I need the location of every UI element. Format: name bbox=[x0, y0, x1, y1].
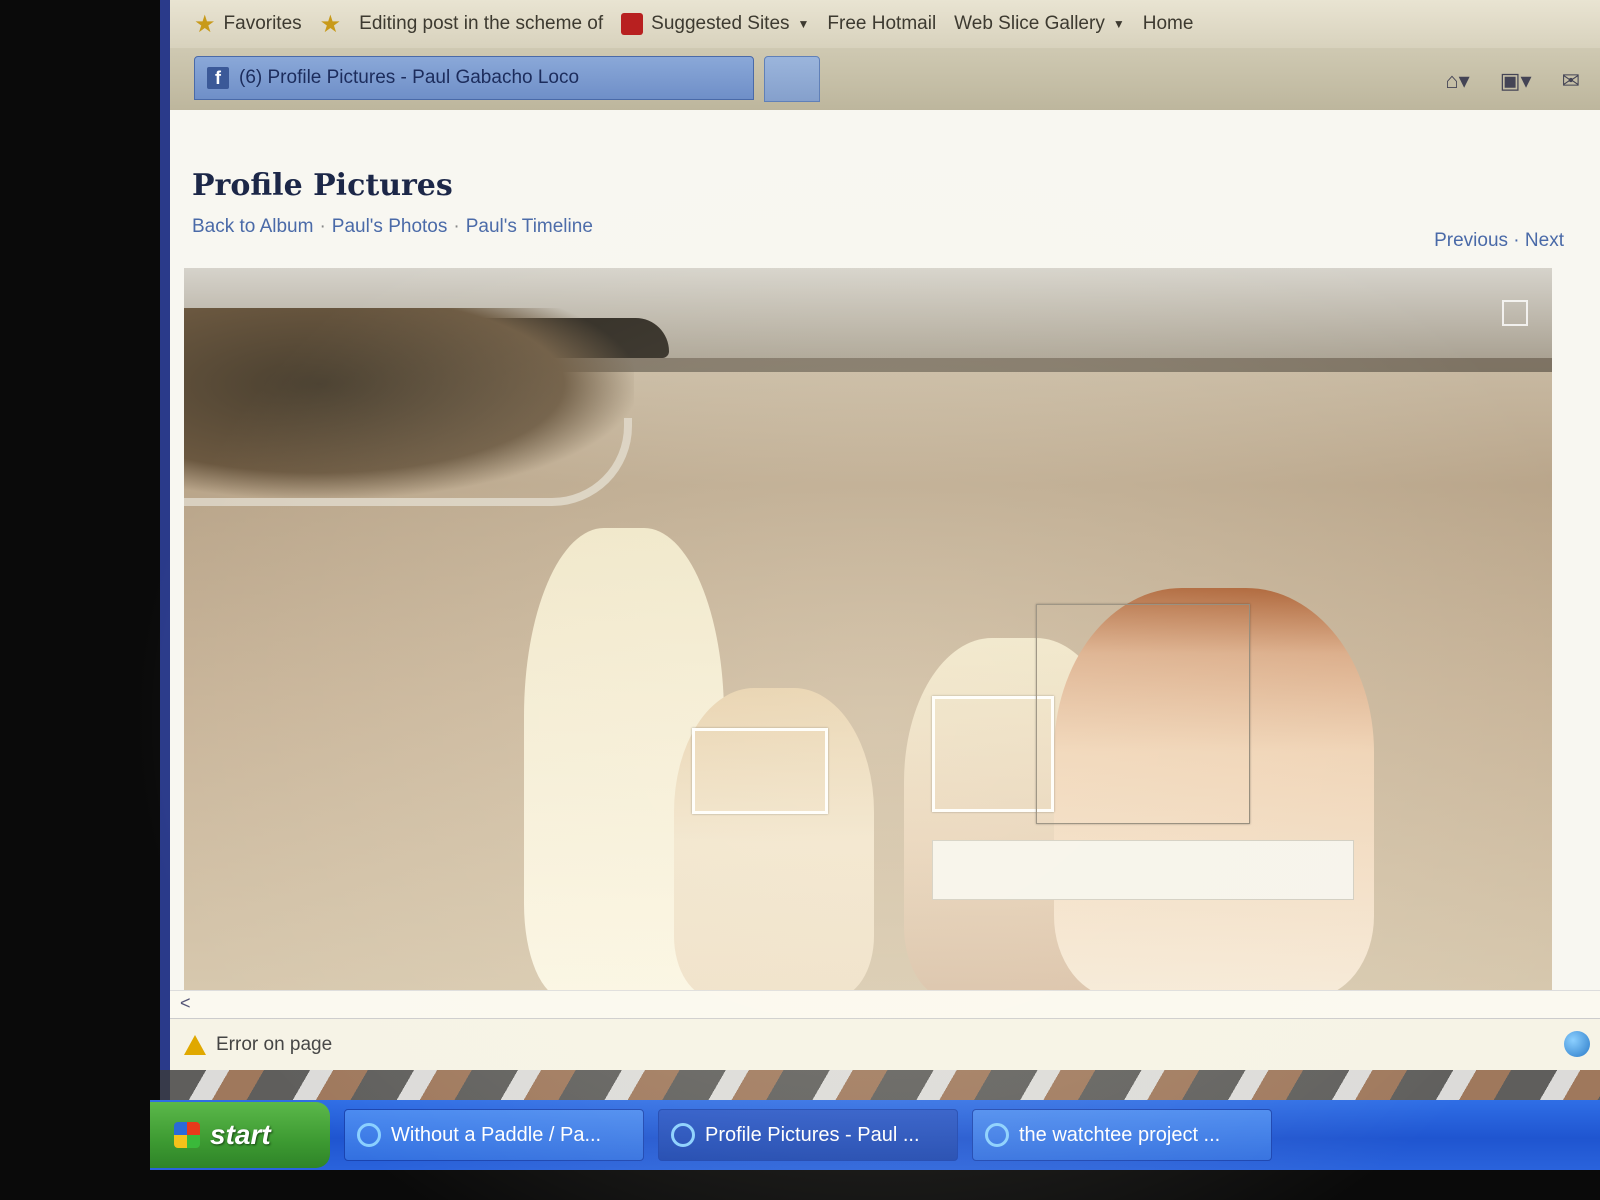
separator: · bbox=[1508, 230, 1525, 251]
profile-photo[interactable] bbox=[184, 268, 1552, 990]
facebook-icon: f bbox=[207, 67, 229, 89]
status-text[interactable]: Error on page bbox=[216, 1034, 332, 1056]
tab-title: (6) Profile Pictures - Paul Gabacho Loco bbox=[239, 67, 580, 88]
next-link[interactable]: Next bbox=[1525, 230, 1564, 251]
favorite-link-free-hotmail[interactable]: Free Hotmail bbox=[170, 13, 1600, 990]
taskbar-item-label: the watchtee project ... bbox=[1019, 1123, 1221, 1146]
favorite-link-editing-post[interactable]: Editing post in the scheme of bbox=[170, 13, 1600, 990]
start-button[interactable]: start bbox=[150, 1102, 330, 1168]
internet-explorer-icon bbox=[671, 1123, 695, 1147]
start-label: start bbox=[210, 1119, 271, 1150]
scroll-left-icon[interactable]: < bbox=[180, 993, 191, 1014]
add-favorite-icon[interactable]: ★ bbox=[320, 10, 342, 39]
photo-curb bbox=[184, 418, 632, 506]
favorite-link-web-slice-gallery[interactable]: Web Slice Gallery ▼ bbox=[170, 13, 1600, 990]
chevron-down-icon: ▼ bbox=[797, 17, 810, 31]
face-tag-box[interactable] bbox=[692, 728, 828, 814]
favorite-link-label: Home bbox=[1142, 13, 1194, 34]
home-icon[interactable]: ⌂▾ bbox=[1445, 68, 1469, 94]
warning-icon[interactable] bbox=[184, 1034, 206, 1055]
favorites-star-icon: ★ bbox=[194, 10, 216, 38]
tab-row: f (6) Profile Pictures - Paul Gabacho Lo… bbox=[170, 48, 1600, 110]
separator: · bbox=[319, 216, 326, 237]
internet-explorer-icon bbox=[985, 1123, 1009, 1147]
taskbar: start Without a Paddle / Pa... Profile P… bbox=[150, 1100, 1600, 1170]
chevron-down-icon: ▼ bbox=[1112, 17, 1125, 31]
favorite-link-label: Web Slice Gallery bbox=[954, 13, 1105, 34]
windows-flag-icon bbox=[174, 1122, 200, 1148]
expand-icon[interactable] bbox=[1502, 300, 1528, 326]
command-bar: ⌂▾ ▣▾ ✉ bbox=[1445, 68, 1580, 94]
tag-input-box[interactable] bbox=[932, 840, 1354, 900]
photo-navigation: Previous · Next bbox=[1434, 230, 1564, 252]
favorites-button[interactable]: ★ Favorites bbox=[194, 10, 302, 39]
internet-zone-icon bbox=[1564, 1031, 1590, 1057]
previous-link[interactable]: Previous bbox=[1434, 230, 1508, 251]
favorite-link-label: Free Hotmail bbox=[827, 13, 937, 34]
favorites-label: Favorites bbox=[223, 13, 302, 34]
favorite-link-home[interactable]: Home bbox=[170, 13, 1600, 990]
web-page: Profile Pictures Back to Album · Paul's Ph… bbox=[170, 110, 1600, 990]
taskbar-item-active[interactable]: Profile Pictures - Paul ... bbox=[658, 1109, 958, 1161]
monitor-bezel-reflection bbox=[160, 1070, 1600, 1100]
separator: · bbox=[453, 216, 460, 237]
horizontal-scrollbar[interactable]: < bbox=[170, 990, 1600, 1019]
new-tab-button[interactable] bbox=[764, 56, 820, 102]
favorite-link-label: Suggested Sites bbox=[651, 13, 790, 34]
back-to-album-link[interactable]: Back to Album bbox=[192, 216, 313, 237]
suggested-sites-icon bbox=[621, 13, 644, 35]
mail-icon[interactable]: ✉ bbox=[1562, 68, 1580, 94]
tab-profile-pictures[interactable]: f (6) Profile Pictures - Paul Gabacho Lo… bbox=[194, 56, 754, 100]
taskbar-item-label: Profile Pictures - Paul ... bbox=[705, 1123, 920, 1146]
breadcrumb: Back to Album · Paul's Photos · Paul's Timel… bbox=[192, 216, 593, 238]
pauls-photos-link[interactable]: Paul's Photos bbox=[332, 216, 448, 237]
pauls-timeline-link[interactable]: Paul's Timeline bbox=[466, 216, 593, 237]
page-title: Profile Pictures bbox=[192, 168, 453, 203]
feeds-icon[interactable]: ▣▾ bbox=[1500, 68, 1532, 94]
taskbar-item[interactable]: Without a Paddle / Pa... bbox=[344, 1109, 644, 1161]
favorite-link-suggested-sites[interactable]: Suggested Sites ▼ bbox=[621, 13, 809, 35]
monitor-screen: ★ Favorites ★ Editing post in the scheme… bbox=[160, 0, 1600, 1100]
favorites-bar: ★ Favorites ★ Editing post in the scheme… bbox=[170, 0, 1600, 990]
status-bar: Error on page bbox=[170, 1018, 1600, 1070]
internet-explorer-icon bbox=[357, 1123, 381, 1147]
favorite-link-label: Editing post in the scheme of bbox=[359, 13, 604, 34]
face-tag-box[interactable] bbox=[1036, 604, 1250, 824]
taskbar-item-label: Without a Paddle / Pa... bbox=[391, 1123, 602, 1146]
taskbar-item[interactable]: the watchtee project ... bbox=[972, 1109, 1272, 1161]
